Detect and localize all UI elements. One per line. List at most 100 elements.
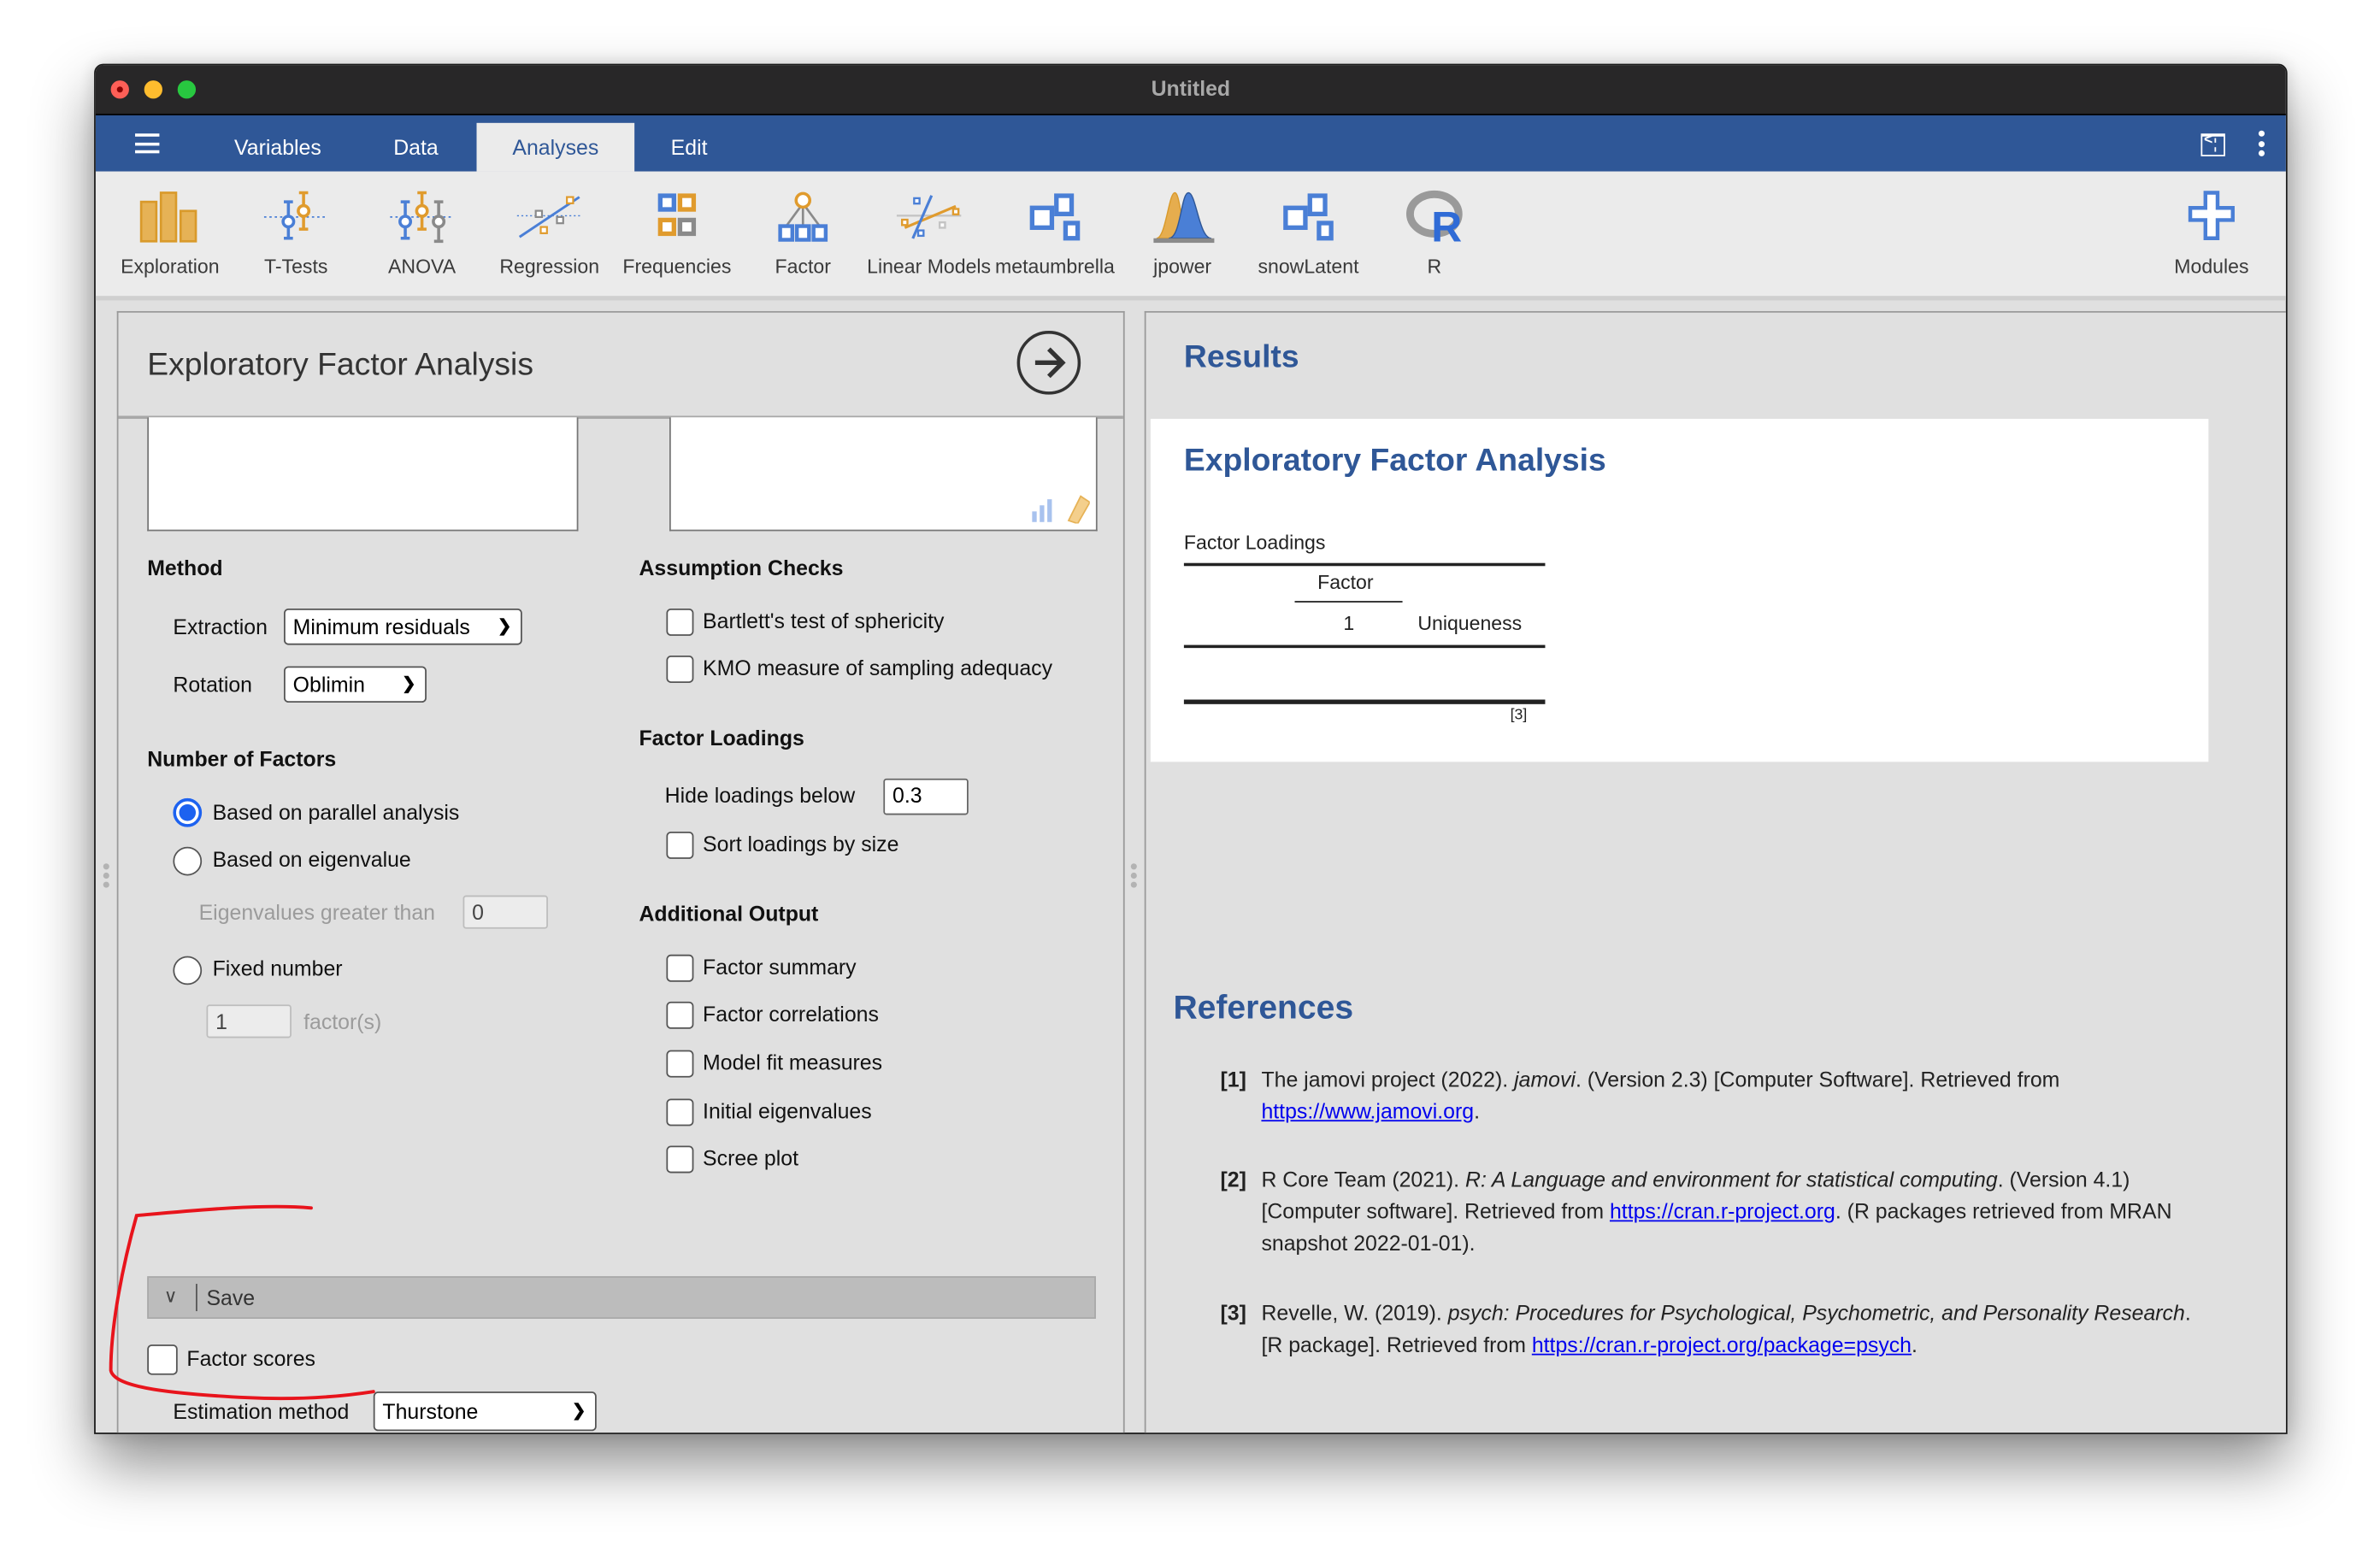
factor-correlations-label: Factor correlations [703, 1001, 879, 1027]
toolbar-metaumbrella[interactable]: metaumbrella [991, 190, 1118, 278]
method-heading: Method [147, 555, 223, 580]
ref-text: . [1912, 1332, 1918, 1357]
toolbar-exploration[interactable]: Exploration [106, 190, 233, 278]
reference-item: [2] R Core Team (2021). R: A Language an… [1221, 1164, 2207, 1260]
factors-suffix-label: factor(s) [303, 1009, 382, 1034]
chevron-down-icon: ❯ [571, 1402, 586, 1421]
results-heading: Results [1183, 339, 1299, 375]
reference-link[interactable]: https://cran.r-project.org [1610, 1199, 1835, 1223]
app-window: Untitled Variables Data Analyses Edit Ex… [94, 63, 2288, 1434]
chevron-down-icon: ∨ [163, 1285, 178, 1307]
reference-number: [1] [1220, 1067, 1246, 1091]
kmo-checkbox[interactable] [666, 656, 694, 683]
additional-output-heading: Additional Output [639, 901, 819, 927]
toolbar-t-tests[interactable]: T-Tests [233, 190, 360, 278]
tab-variables[interactable]: Variables [211, 123, 345, 172]
anova-icon [390, 191, 454, 244]
toolbar-jpower[interactable]: jpower [1119, 190, 1246, 278]
options-header: Exploratory Factor Analysis [118, 313, 1123, 420]
ttest-icon [263, 191, 328, 240]
regression-icon [516, 196, 582, 238]
ref-text: Revelle, W. (2019). [1261, 1300, 1448, 1326]
toolbar-label: metaumbrella [995, 255, 1115, 278]
toolbar-r[interactable]: R R [1370, 190, 1498, 278]
bar-chart-icon [139, 191, 197, 243]
reference-link[interactable]: https://cran.r-project.org/package=psych [1532, 1333, 1912, 1356]
table-header-rule [1183, 644, 1546, 648]
toolbar-linear-models[interactable]: Linear Models [859, 190, 999, 278]
toolbar-label: jpower [1153, 255, 1212, 278]
fixed-factors-input[interactable]: 1 [206, 1004, 292, 1038]
hide-loadings-label: Hide loadings below [664, 783, 856, 808]
table-footnote-ref[interactable]: [3] [1511, 707, 1528, 724]
radio-fixed-number[interactable] [173, 956, 203, 985]
tab-edit[interactable]: Edit [642, 123, 736, 172]
toolbar-snowlatent[interactable]: snowLatent [1245, 190, 1372, 278]
kebab-menu-icon[interactable] [2258, 130, 2265, 161]
extraction-label: Extraction [173, 615, 268, 639]
r-logo-icon: R [1406, 190, 1463, 244]
ref-title: jamovi [1514, 1067, 1576, 1091]
eigenvalue-threshold-label: Eigenvalues greater than [198, 899, 435, 925]
factor-summary-checkbox[interactable] [666, 954, 694, 982]
factor-correlations-checkbox[interactable] [666, 1001, 694, 1029]
toolbar-label: ANOVA [388, 255, 457, 278]
extraction-select[interactable]: Minimum residuals ❯ [284, 608, 522, 645]
bartlett-label: Bartlett's test of sphericity [703, 608, 945, 633]
toolbar-frequencies[interactable]: Frequencies [613, 190, 740, 278]
toolbar-anova[interactable]: ANOVA [358, 190, 486, 278]
distributions-icon [1153, 191, 1215, 244]
toolbar-regression[interactable]: Regression [486, 190, 613, 278]
model-fit-checkbox[interactable] [666, 1050, 694, 1078]
frequencies-icon [657, 193, 697, 237]
estimation-method-select[interactable]: Thurstone ❯ [373, 1391, 597, 1432]
analysis-title: Exploratory Factor Analysis [1183, 443, 1606, 479]
toolbar-modules[interactable]: Modules [2147, 190, 2275, 278]
eigenvalue-threshold-input[interactable]: 0 [462, 895, 548, 929]
factor-scores-label: Factor scores [186, 1345, 315, 1371]
table-col-1: 1 [1343, 611, 1355, 635]
reference-link[interactable]: https://www.jamovi.org [1261, 1098, 1474, 1122]
left-splitter-handle[interactable] [103, 863, 109, 891]
radio-eigenvalue[interactable] [173, 846, 203, 876]
variables-listbox[interactable] [147, 417, 579, 532]
initial-eigenvalues-checkbox[interactable] [666, 1098, 694, 1127]
scree-plot-checkbox[interactable] [666, 1145, 694, 1174]
separator [196, 1284, 197, 1312]
bartlett-checkbox[interactable] [666, 608, 694, 636]
tab-data[interactable]: Data [362, 123, 468, 172]
hide-options-button[interactable] [1016, 331, 1081, 395]
toolbar-label: Factor [775, 255, 831, 278]
toolbar-label: Regression [499, 255, 600, 278]
squares-icon [1029, 193, 1081, 241]
collapse-panel-icon[interactable] [2200, 132, 2225, 156]
factor-scores-checkbox[interactable] [147, 1344, 178, 1375]
factor-summary-label: Factor summary [703, 954, 857, 980]
save-section-label: Save [206, 1285, 256, 1310]
ref-title: psych: Procedures for Psychological, Psy… [1447, 1300, 2185, 1326]
plus-icon [2188, 191, 2235, 240]
center-splitter-handle[interactable] [1130, 863, 1137, 891]
chevron-down-icon: ❯ [402, 675, 416, 694]
rotation-select[interactable]: Oblimin ❯ [284, 666, 427, 703]
group-header-rule [1294, 601, 1403, 603]
radio-parallel-analysis[interactable] [173, 797, 203, 827]
kmo-label: KMO measure of sampling adequacy [703, 656, 1053, 680]
rotation-label: Rotation [173, 672, 253, 697]
sort-loadings-checkbox[interactable] [666, 831, 694, 859]
squares-icon [1283, 193, 1334, 241]
chevron-down-icon: ❯ [497, 617, 512, 636]
toolbar-label: snowLatent [1258, 255, 1359, 278]
hide-loadings-input[interactable]: 0.3 [883, 778, 969, 815]
variable-type-icon [1032, 495, 1090, 524]
tab-analyses[interactable]: Analyses [476, 122, 635, 172]
hamburger-menu-icon[interactable] [135, 133, 160, 154]
available-variables-listbox[interactable] [669, 417, 1098, 532]
reference-number: [3] [1220, 1300, 1246, 1326]
ref-text: The jamovi project (2022). [1261, 1067, 1515, 1091]
save-section-header[interactable]: ∨ Save [147, 1276, 1096, 1319]
main-tab-bar: Variables Data Analyses Edit [95, 115, 2286, 172]
toolbar-factor[interactable]: Factor [739, 190, 867, 278]
efa-results-card[interactable]: Exploratory Factor Analysis Factor Loadi… [1150, 419, 2209, 762]
references-heading: References [1173, 987, 1354, 1027]
